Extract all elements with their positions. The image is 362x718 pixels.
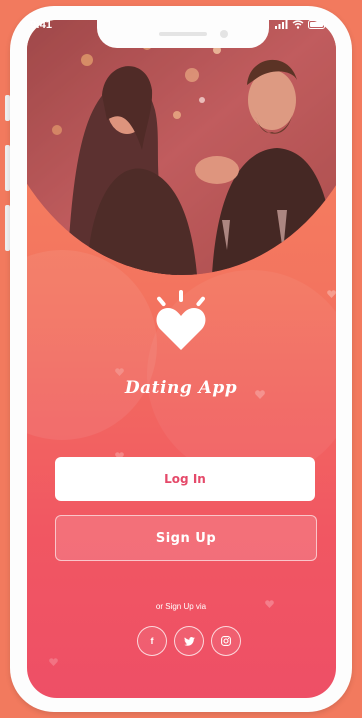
battery-icon	[308, 20, 327, 29]
social-signup-caption: or Sign Up via	[155, 602, 207, 611]
heart-logo-icon	[156, 290, 206, 350]
instagram-icon	[221, 636, 231, 646]
twitter-button[interactable]	[174, 626, 204, 656]
floating-heart-icon	[115, 368, 124, 376]
speaker-grille	[159, 32, 207, 36]
wifi-icon	[292, 20, 304, 29]
facebook-button[interactable]: f	[137, 626, 167, 656]
couple-photo	[27, 20, 336, 275]
app-name: Dating App	[124, 378, 238, 398]
floating-heart-icon	[49, 658, 58, 666]
front-camera	[220, 30, 228, 38]
phone-notch	[97, 20, 269, 48]
instagram-button[interactable]	[211, 626, 241, 656]
status-icons	[275, 20, 328, 29]
signup-button[interactable]: Sign Up	[55, 515, 317, 561]
social-buttons: f	[137, 626, 241, 656]
status-time: 9:41	[30, 19, 53, 31]
facebook-icon: f	[150, 636, 154, 646]
app-logo	[0, 290, 362, 356]
twitter-icon	[183, 636, 195, 646]
signal-icon	[275, 20, 288, 29]
login-button[interactable]: Log In	[55, 457, 315, 501]
app-screen	[27, 20, 336, 698]
